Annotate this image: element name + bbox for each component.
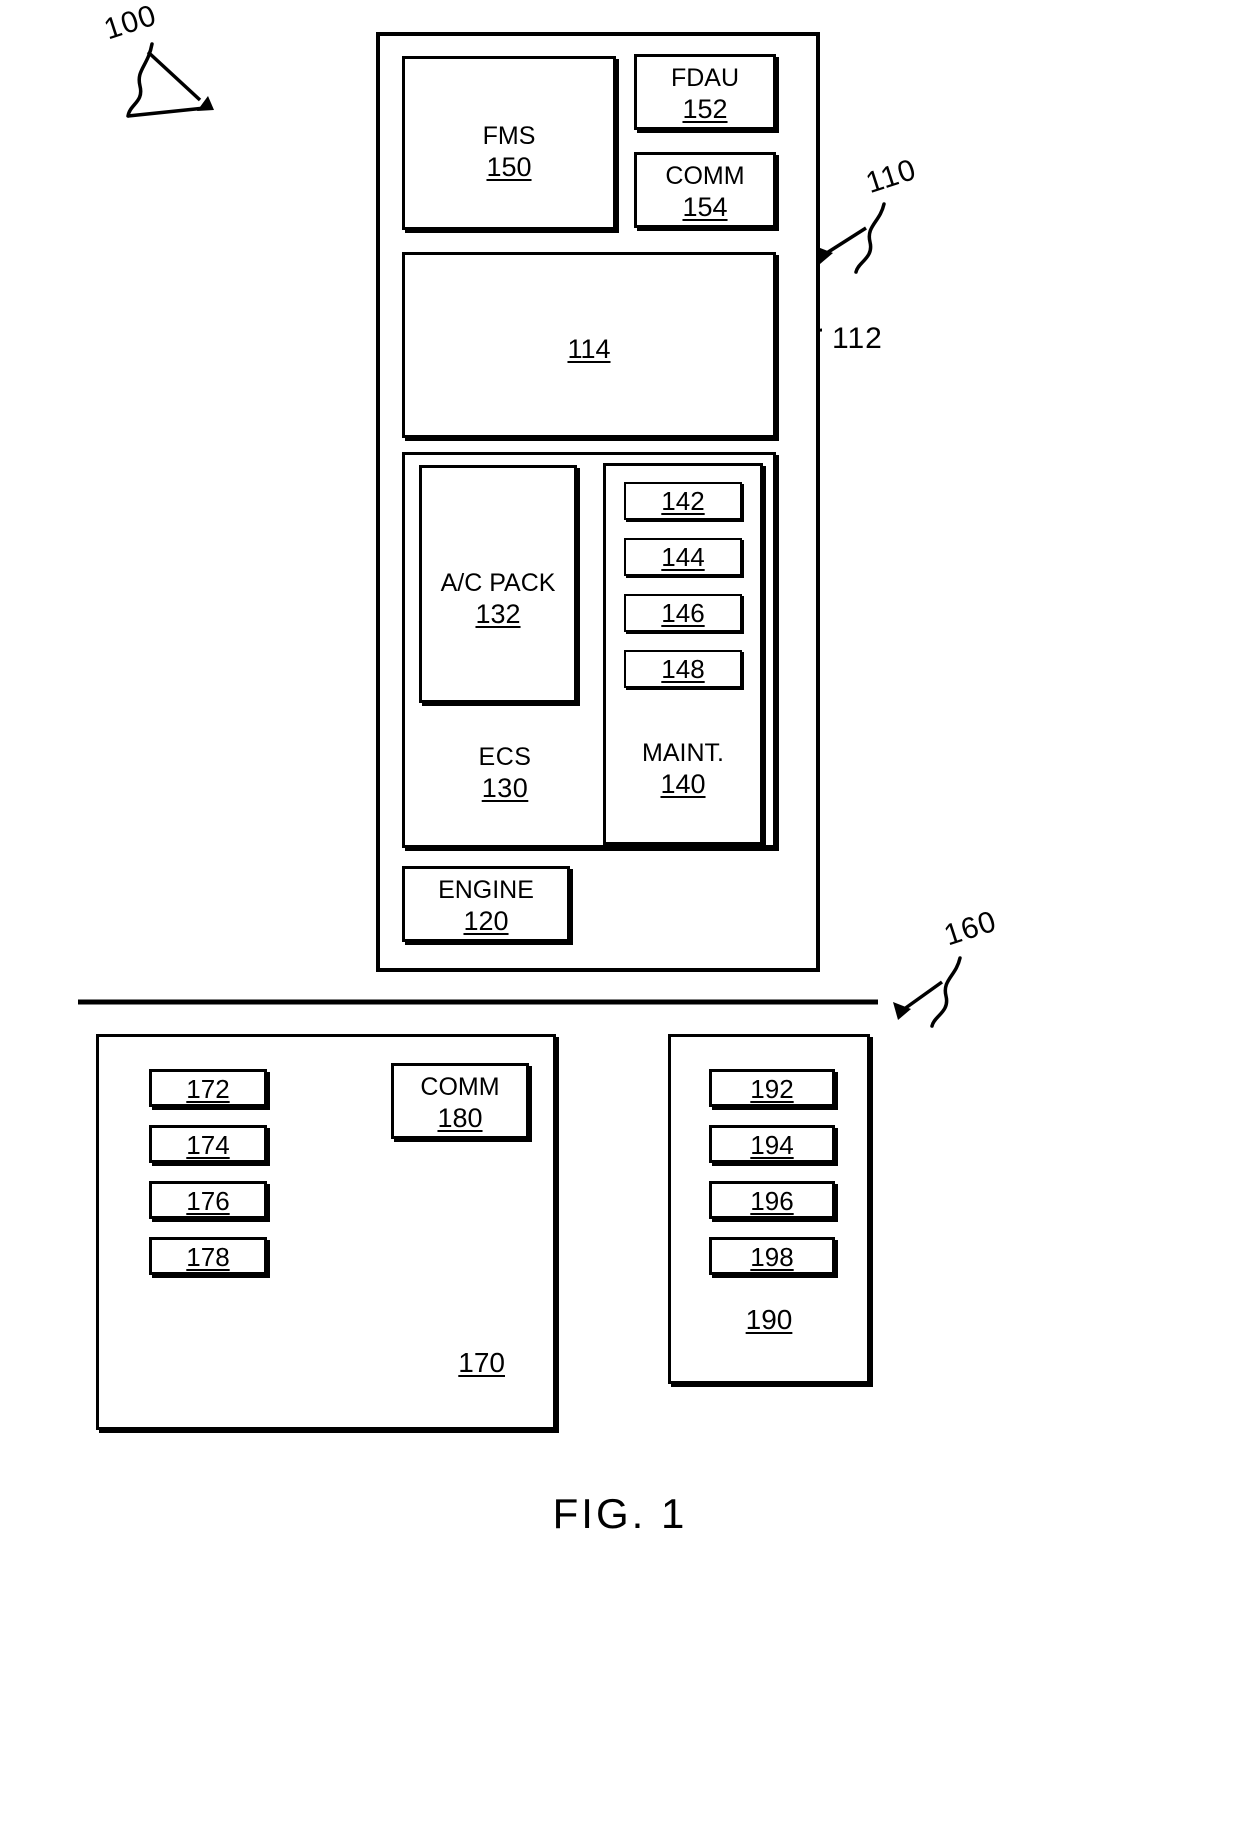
ground-comm-label: COMM: [420, 1073, 500, 1101]
ground-item-178[interactable]: 178: [149, 1237, 267, 1275]
remote-item-198[interactable]: 198: [709, 1237, 835, 1275]
engine-box[interactable]: ENGINE 120: [402, 866, 570, 942]
remote-item-196[interactable]: 196: [709, 1181, 835, 1219]
fdau-label: FDAU: [670, 64, 740, 92]
ref-numeral-112: 112: [832, 322, 883, 355]
aircraft-comm-label: COMM: [665, 162, 745, 190]
patent-figure-page: 100 110 112 160 FMS 150 FDAU 152 COMM 15…: [0, 0, 1240, 1826]
figure-caption: FIG. 1: [552, 1490, 688, 1537]
ground-item-174-ref: 174: [186, 1130, 230, 1160]
remote-system-box[interactable]: 192 194 196 198 190: [668, 1034, 870, 1384]
fms-ref: 150: [486, 152, 532, 182]
remote-system-ref: 190: [745, 1303, 793, 1335]
ground-item-176[interactable]: 176: [149, 1181, 267, 1219]
ecs-label: ECS: [478, 743, 532, 771]
fms-box[interactable]: FMS 150: [402, 56, 616, 230]
remote-item-198-ref: 198: [750, 1242, 794, 1272]
onboard-network-ref: 114: [567, 334, 611, 364]
ground-comm-box[interactable]: COMM 180: [391, 1063, 529, 1139]
ecs-ref: 130: [481, 773, 529, 803]
maint-ref: 140: [660, 769, 706, 799]
remote-item-194[interactable]: 194: [709, 1125, 835, 1163]
ground-comm-ref: 180: [437, 1103, 483, 1133]
ground-item-178-ref: 178: [186, 1242, 230, 1272]
maint-item-142[interactable]: 142: [624, 482, 742, 520]
ref-numeral-100: 100: [100, 0, 161, 47]
maint-box[interactable]: 142 144 146 148 MAINT. 140: [603, 463, 763, 845]
ground-system-ref: 170: [458, 1347, 505, 1378]
remote-item-194-ref: 194: [750, 1130, 794, 1160]
ac-pack-label: A/C PACK: [440, 569, 556, 597]
ground-item-176-ref: 176: [186, 1186, 230, 1216]
engine-ref: 120: [463, 906, 509, 936]
remote-item-192-ref: 192: [750, 1074, 794, 1104]
maint-item-144[interactable]: 144: [624, 538, 742, 576]
maint-item-148-ref: 148: [661, 654, 705, 684]
fms-label: FMS: [482, 122, 536, 150]
maint-item-148[interactable]: 148: [624, 650, 742, 688]
remote-item-192[interactable]: 192: [709, 1069, 835, 1107]
ground-item-172[interactable]: 172: [149, 1069, 267, 1107]
ground-item-172-ref: 172: [186, 1074, 230, 1104]
maint-label: MAINT.: [642, 739, 724, 767]
onboard-network-box[interactable]: 114: [402, 252, 776, 438]
maint-item-142-ref: 142: [661, 486, 705, 516]
remote-item-196-ref: 196: [750, 1186, 794, 1216]
ref-numeral-110: 110: [861, 152, 921, 201]
ref-numeral-160: 160: [940, 904, 1001, 953]
fdau-ref: 152: [682, 94, 728, 124]
ground-system-box[interactable]: 172 174 176 178 COMM 180 170: [96, 1034, 556, 1430]
maint-item-146[interactable]: 146: [624, 594, 742, 632]
maint-item-144-ref: 144: [661, 542, 705, 572]
fdau-box[interactable]: FDAU 152: [634, 54, 776, 130]
aircraft-comm-box[interactable]: COMM 154: [634, 152, 776, 228]
ac-pack-box[interactable]: A/C PACK 132: [419, 465, 577, 703]
ground-item-174[interactable]: 174: [149, 1125, 267, 1163]
ac-pack-ref: 132: [475, 599, 521, 629]
ecs-box[interactable]: A/C PACK 132 ECS 130 142 144 146 148 MAI…: [402, 452, 776, 848]
aircraft-comm-ref: 154: [682, 192, 728, 222]
engine-label: ENGINE: [438, 876, 534, 904]
maint-item-146-ref: 146: [661, 598, 705, 628]
